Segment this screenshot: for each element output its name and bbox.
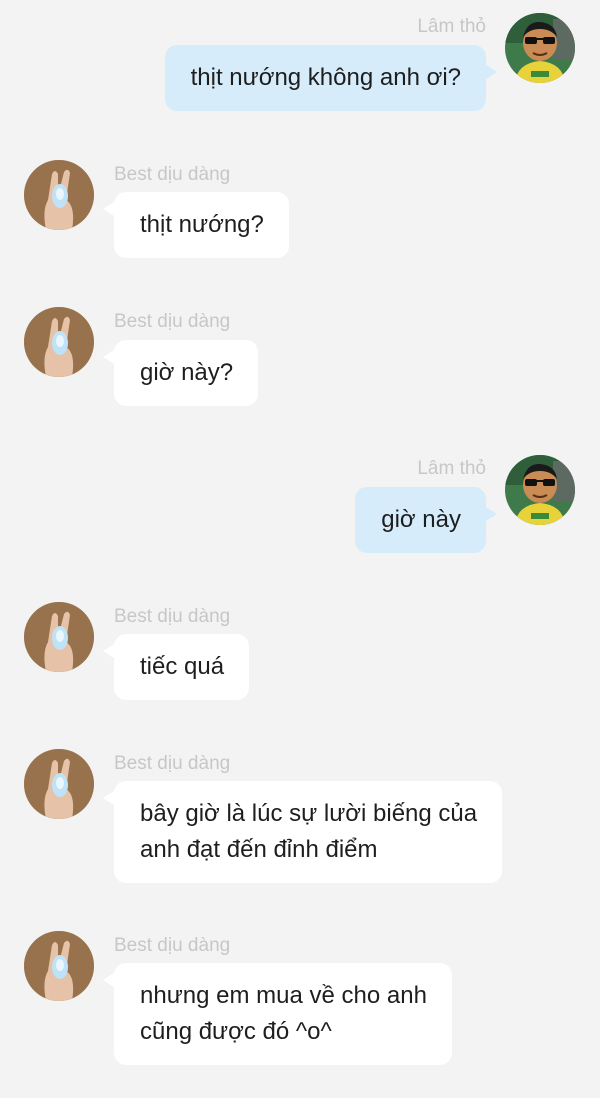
bubble-tail xyxy=(103,791,114,805)
avatar-best-diu-dang[interactable] xyxy=(24,931,94,1001)
sender-name: Lâm thỏ xyxy=(417,16,486,37)
message-text: tiếc quá xyxy=(140,653,225,680)
peace-sign-hand-icon xyxy=(24,160,94,230)
message-text-line: nhưng em mua về cho anh xyxy=(140,982,427,1009)
message-text: giờ này? xyxy=(140,359,234,386)
message-text-line: bây giờ là lúc sự lười biếng của xyxy=(140,800,478,827)
cartoon-man-sunglasses-icon xyxy=(505,455,575,525)
peace-sign-hand-icon xyxy=(24,602,94,672)
bubble-tail xyxy=(103,202,114,216)
avatar-lam-tho[interactable] xyxy=(505,455,575,525)
message-text: thịt nướng không anh ơi? xyxy=(190,64,461,91)
sender-name: Best dịu dàng xyxy=(114,606,231,627)
sender-name: Lâm thỏ xyxy=(417,458,486,479)
sender-name: Best dịu dàng xyxy=(114,164,231,185)
message-text-line: anh đạt đến đỉnh điểm xyxy=(140,836,378,863)
bubble-tail xyxy=(103,973,114,987)
message-text: thịt nướng? xyxy=(140,211,264,238)
message-bubble[interactable]: thịt nướng? xyxy=(103,192,289,258)
message-bubble[interactable]: bây giờ là lúc sự lười biếng của anh đạt… xyxy=(103,781,503,883)
message-text-line: cũng được đó ^o^ xyxy=(140,1018,332,1045)
sender-name: Best dịu dàng xyxy=(114,935,231,956)
avatar-lam-tho[interactable] xyxy=(505,13,575,83)
chat-conversation: Lâm thỏ thịt nướng không anh ơi? Best dị xyxy=(0,0,600,1098)
avatar-best-diu-dang[interactable] xyxy=(24,160,94,230)
message-bubble[interactable]: thịt nướng không anh ơi? xyxy=(164,45,497,111)
message-text: giờ này xyxy=(381,506,461,533)
avatar-best-diu-dang[interactable] xyxy=(24,307,94,377)
avatar-best-diu-dang[interactable] xyxy=(24,749,94,819)
cartoon-man-sunglasses-icon xyxy=(505,13,575,83)
bubble-tail xyxy=(486,507,497,521)
message-bubble[interactable]: tiếc quá xyxy=(103,634,250,700)
bubble-tail xyxy=(486,65,497,79)
message-bubble[interactable]: giờ này xyxy=(355,487,497,553)
sender-name: Best dịu dàng xyxy=(114,753,231,774)
peace-sign-hand-icon xyxy=(24,749,94,819)
bubble-tail xyxy=(103,350,114,364)
sender-name: Best dịu dàng xyxy=(114,311,231,332)
peace-sign-hand-icon xyxy=(24,931,94,1001)
message-bubble[interactable]: nhưng em mua về cho anh cũng được đó ^o^ xyxy=(103,963,452,1065)
bubble-tail xyxy=(103,644,114,658)
avatar-best-diu-dang[interactable] xyxy=(24,602,94,672)
peace-sign-hand-icon xyxy=(24,307,94,377)
message-bubble[interactable]: giờ này? xyxy=(103,340,259,406)
